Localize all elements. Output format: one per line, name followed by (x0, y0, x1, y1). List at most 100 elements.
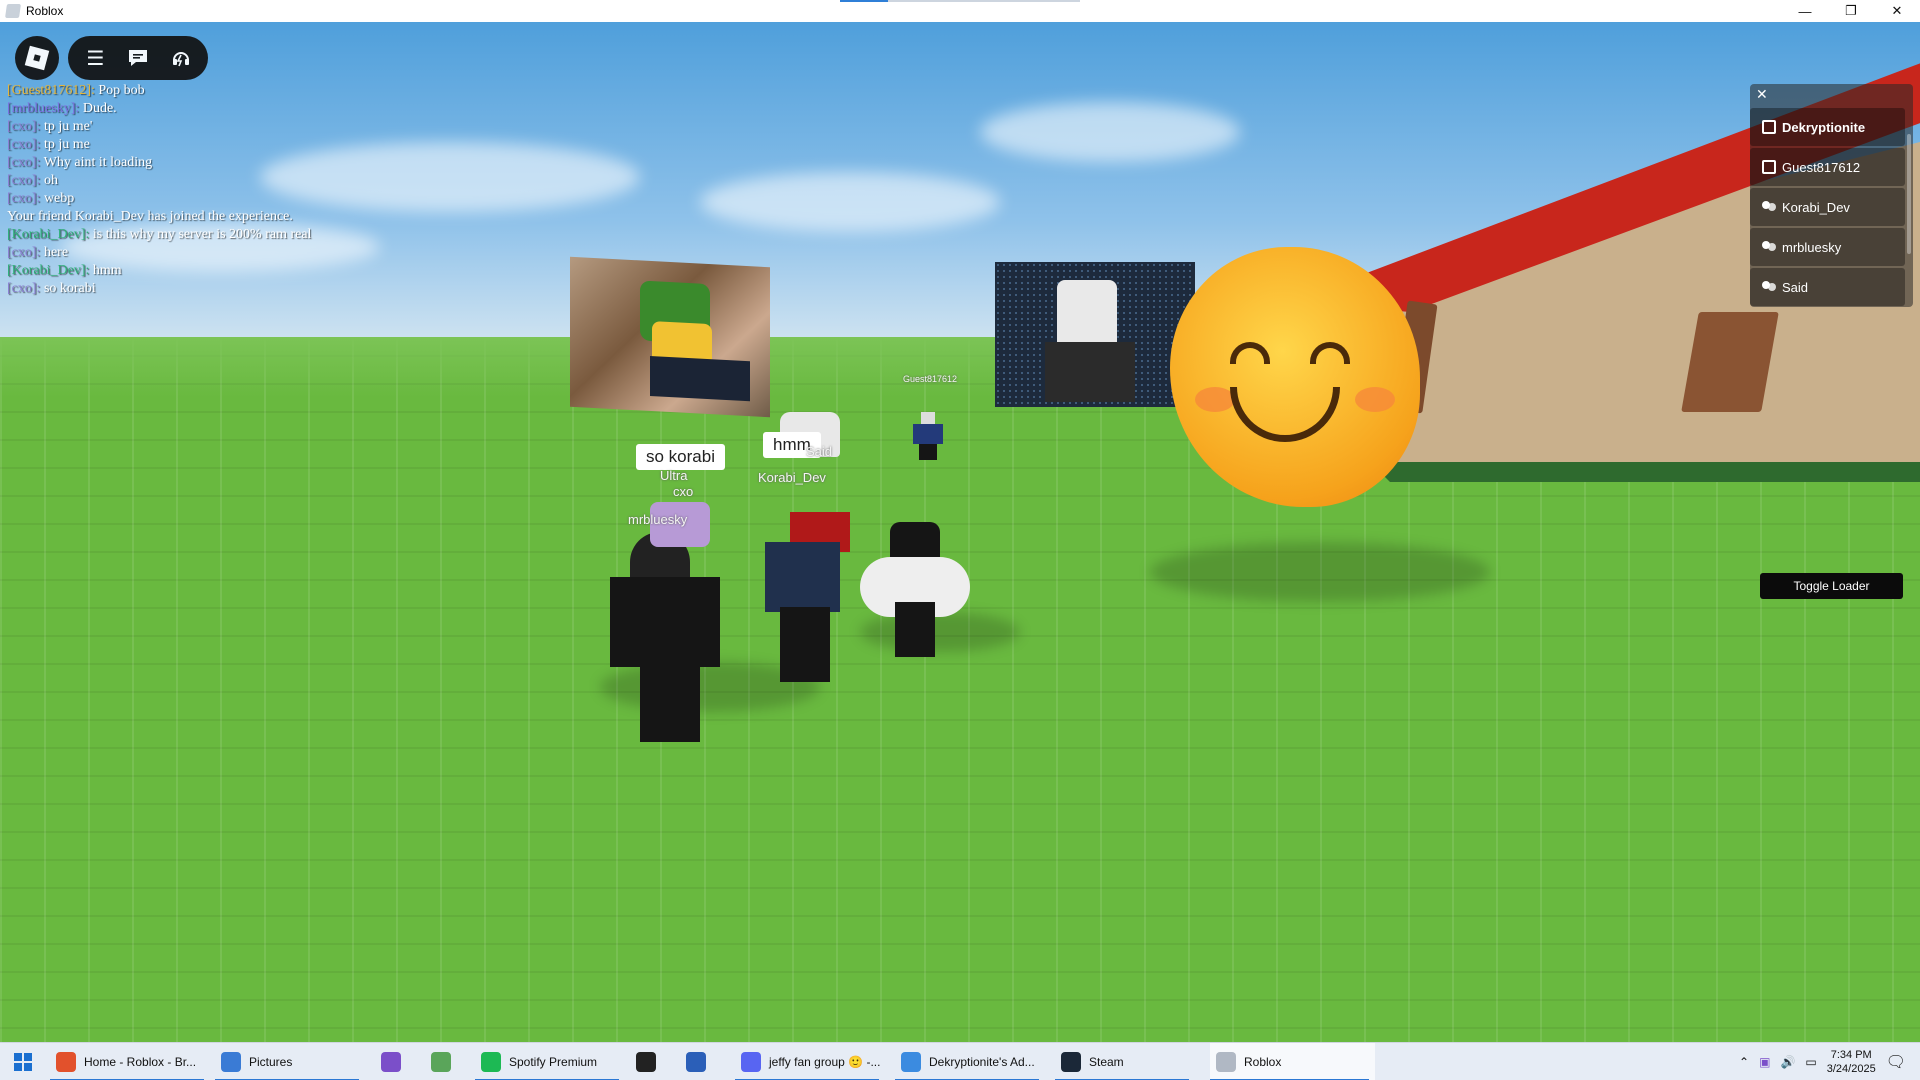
chat-icon[interactable] (121, 41, 155, 75)
cloud (700, 172, 1000, 232)
chat-message-text: Pop bob (94, 83, 145, 98)
chat-message-text: here (40, 245, 69, 260)
premium-icon (1762, 160, 1776, 174)
restore-button[interactable]: ❐ (1828, 0, 1874, 22)
notifications-icon[interactable]: 🗨 (1886, 1052, 1906, 1072)
chat-message: [Korabi_Dev]: hmm (7, 262, 311, 280)
emoji-eye (1310, 342, 1350, 364)
taskbar-item[interactable]: Roblox (1210, 1043, 1375, 1080)
taskbar-item-label: Roblox (1244, 1055, 1282, 1069)
nametag-ultra: Ultra (660, 468, 688, 483)
clock-date: 3/24/2025 (1826, 1063, 1876, 1075)
taskbar-item-label: Spotify Premium (509, 1055, 598, 1069)
taskbar-item[interactable]: Pictures (215, 1043, 365, 1080)
player-list-scrollbar[interactable] (1907, 134, 1911, 254)
avatar-torso (913, 424, 943, 444)
nametag-guest: Guest817612 (903, 374, 958, 384)
chat-message-author: [cxo]: (7, 173, 41, 188)
player-name: Dekryptionite (1782, 119, 1866, 135)
start-button[interactable] (8, 1043, 38, 1080)
cloud (260, 142, 640, 212)
taskbar-item[interactable]: Spotify Premium (475, 1043, 625, 1080)
taskbar-item-label: Home - Roblox - Br... (84, 1055, 197, 1069)
avatar-legs (640, 662, 700, 742)
network-icon[interactable]: ▭ (1805, 1055, 1816, 1069)
taskbar-item[interactable] (425, 1043, 465, 1080)
chat-message-text: tp ju me' (40, 119, 93, 134)
avatar-head (921, 412, 935, 424)
avatar-legs (919, 444, 937, 460)
visual-studio-icon (381, 1052, 401, 1072)
avatar-torso (765, 542, 840, 612)
picture-board-right (995, 262, 1195, 407)
taskbar-item[interactable] (375, 1043, 415, 1080)
notepad-icon (431, 1052, 451, 1072)
chat-message-text: webp (40, 191, 75, 206)
taskbar-item[interactable]: Dekryptionite's Ad... (895, 1043, 1045, 1080)
player-row[interactable]: Korabi_Dev (1750, 188, 1905, 226)
hamburger-icon[interactable]: ☰ (78, 41, 112, 75)
top-bar-menu: ☰ (68, 36, 208, 80)
minimize-button[interactable]: — (1782, 0, 1828, 22)
chat-message-text: is this why my server is 200% ram real (89, 227, 312, 242)
player-list-close-button[interactable]: ✕ (1756, 86, 1768, 103)
discord-icon (741, 1052, 761, 1072)
taskbar-item[interactable] (630, 1043, 670, 1080)
spotify-icon (481, 1052, 501, 1072)
emoji-eye (1230, 342, 1270, 364)
windows-taskbar: Home - Roblox - Br... Pictures Spotify Pre… (0, 1042, 1920, 1080)
chat-message-author: [Guest817612]: (7, 83, 95, 98)
friend-icon (1762, 241, 1776, 253)
object-shadow (1150, 542, 1490, 602)
voice-icon[interactable] (164, 41, 198, 75)
player-row[interactable]: mrbluesky (1750, 228, 1905, 266)
taskbar-item-label: Steam (1089, 1055, 1124, 1069)
nametag-mrbluesky: mrbluesky (628, 512, 688, 527)
chat-message-text: oh (40, 173, 58, 188)
taskbar-item-label: Pictures (249, 1055, 293, 1069)
emoji-cheek (1355, 387, 1395, 412)
board-image-panel (650, 355, 750, 402)
taskbar-item[interactable]: Home - Roblox - Br... (50, 1043, 210, 1080)
app-icon (901, 1052, 921, 1072)
roblox-app-icon (5, 4, 21, 18)
chat-message: [Korabi_Dev]: is this why my server is 2… (7, 226, 311, 244)
chat-log: [Guest817612]: Pop bob [mrbluesky]: Dude.… (7, 82, 311, 298)
taskbar-item[interactable] (680, 1043, 720, 1080)
player-row[interactable]: Said (1750, 268, 1905, 306)
friend-icon (1762, 201, 1776, 213)
chat-message-text: Dude. (79, 101, 117, 116)
avatar-legs (895, 602, 935, 657)
player-name: Said (1782, 279, 1809, 295)
house-foundation (1370, 462, 1920, 482)
nametag-korabi-dev: Korabi_Dev (758, 470, 826, 485)
close-window-button[interactable]: ✕ (1874, 0, 1920, 22)
volume-icon[interactable]: 🔊 (1780, 1055, 1795, 1069)
tray-app-icon[interactable]: ▣ (1759, 1055, 1770, 1069)
taskbar-item[interactable]: Steam (1055, 1043, 1195, 1080)
emoji-cheek (1195, 387, 1235, 412)
powershell-icon (686, 1052, 706, 1072)
chat-message-author: [cxo]: (7, 281, 41, 296)
chat-message-author: [cxo]: (7, 191, 41, 206)
tray-chevron-icon[interactable]: ⌃ (1739, 1055, 1749, 1069)
player-name: Korabi_Dev (1782, 199, 1850, 215)
roblox-menu-button[interactable] (15, 36, 59, 80)
loading-progress-fill (840, 0, 888, 2)
chat-message-text: Why aint it loading (40, 155, 153, 170)
chat-message: [mrbluesky]: Dude. (7, 100, 311, 118)
windows-start-icon (14, 1053, 32, 1071)
taskbar-clock[interactable]: 7:34 PM 3/24/2025 (1827, 1048, 1876, 1076)
player-list: ✕ Dekryptionite Guest817612 Korabi_Devmrbl… (1750, 84, 1913, 307)
avatar-legs (780, 607, 830, 682)
game-viewport[interactable]: so korabi hmm Ultra cxo mrbluesky Korabi… (0, 22, 1920, 1042)
chat-message: [cxo]: tp ju me (7, 136, 311, 154)
toggle-loader-button[interactable]: Toggle Loader (1760, 573, 1903, 599)
taskbar-item[interactable]: jeffy fan group 🙂 -... (735, 1043, 885, 1080)
window-title-bar: Roblox — ❐ ✕ (0, 0, 1920, 22)
player-row[interactable]: Guest817612 (1750, 148, 1905, 186)
chat-message: Your friend Korabi_Dev has joined the ex… (7, 208, 311, 226)
friend-icon (1762, 281, 1776, 293)
chat-bubble-cxo: so korabi (636, 444, 725, 470)
player-row[interactable]: Dekryptionite (1750, 108, 1905, 146)
